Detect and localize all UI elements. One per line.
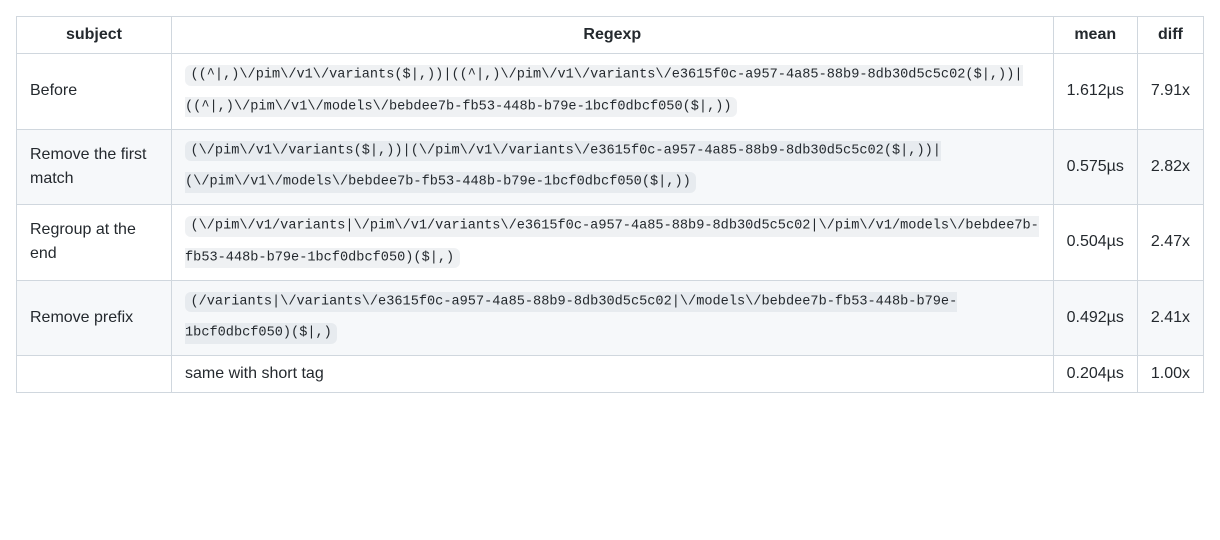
- cell-subject: Remove the first match: [17, 129, 172, 205]
- cell-diff: 2.41x: [1137, 280, 1203, 356]
- regexp-code: (/variants|\/variants\/e3615f0c-a957-4a8…: [185, 292, 957, 344]
- cell-mean: 1.612µs: [1053, 54, 1137, 130]
- cell-regexp: (\/pim\/v1/variants|\/pim\/v1/variants\/…: [172, 205, 1054, 281]
- header-mean: mean: [1053, 17, 1137, 54]
- regexp-code: (\/pim\/v1\/variants($|,))|(\/pim\/v1\/v…: [185, 141, 941, 193]
- regexp-code: (\/pim\/v1/variants|\/pim\/v1/variants\/…: [185, 216, 1039, 268]
- cell-mean: 0.575µs: [1053, 129, 1137, 205]
- cell-subject: Remove prefix: [17, 280, 172, 356]
- table-row: Before((^|,)\/pim\/v1\/variants($|,))|((…: [17, 54, 1204, 130]
- cell-regexp: same with short tag: [172, 356, 1054, 393]
- cell-mean: 0.204µs: [1053, 356, 1137, 393]
- cell-subject: [17, 356, 172, 393]
- cell-diff: 1.00x: [1137, 356, 1203, 393]
- header-subject: subject: [17, 17, 172, 54]
- regexp-code: ((^|,)\/pim\/v1\/variants($|,))|((^|,)\/…: [185, 65, 1023, 117]
- cell-diff: 2.82x: [1137, 129, 1203, 205]
- table-row: same with short tag0.204µs1.00x: [17, 356, 1204, 393]
- cell-subject: Before: [17, 54, 172, 130]
- header-regexp: Regexp: [172, 17, 1054, 54]
- table-row: Regroup at the end(\/pim\/v1/variants|\/…: [17, 205, 1204, 281]
- cell-regexp: (\/pim\/v1\/variants($|,))|(\/pim\/v1\/v…: [172, 129, 1054, 205]
- cell-subject: Regroup at the end: [17, 205, 172, 281]
- cell-diff: 2.47x: [1137, 205, 1203, 281]
- cell-diff: 7.91x: [1137, 54, 1203, 130]
- cell-mean: 0.492µs: [1053, 280, 1137, 356]
- header-diff: diff: [1137, 17, 1203, 54]
- benchmark-table: subject Regexp mean diff Before((^|,)\/p…: [16, 16, 1204, 393]
- cell-regexp: (/variants|\/variants\/e3615f0c-a957-4a8…: [172, 280, 1054, 356]
- table-row: Remove the first match(\/pim\/v1\/varian…: [17, 129, 1204, 205]
- table-row: Remove prefix(/variants|\/variants\/e361…: [17, 280, 1204, 356]
- table-header-row: subject Regexp mean diff: [17, 17, 1204, 54]
- cell-mean: 0.504µs: [1053, 205, 1137, 281]
- cell-regexp: ((^|,)\/pim\/v1\/variants($|,))|((^|,)\/…: [172, 54, 1054, 130]
